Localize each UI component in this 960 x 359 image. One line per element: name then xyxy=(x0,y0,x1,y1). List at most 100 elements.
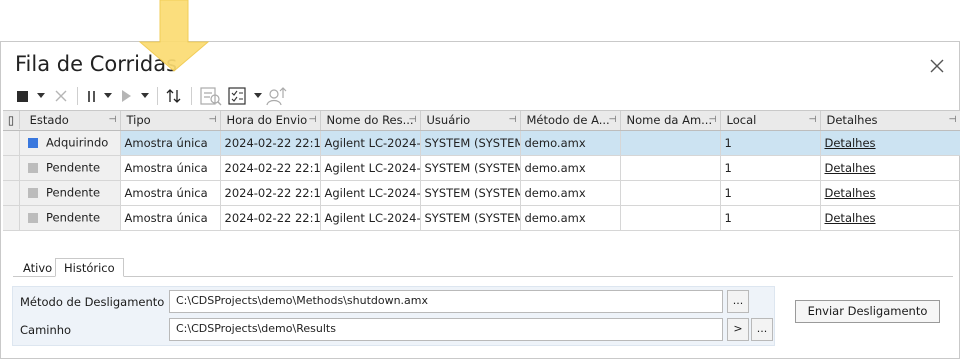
sort-arrows-icon[interactable] xyxy=(165,84,183,108)
local-cell: 1 xyxy=(720,205,821,231)
status-cell: Pendente xyxy=(3,180,121,206)
status-cell: Adquirindo xyxy=(3,130,121,156)
column-header-hora[interactable]: Hora do Envio ⊣ xyxy=(220,111,321,131)
shutdown-panel: Método de Desligamento C:\CDSProjects\de… xyxy=(12,286,775,346)
shutdown-method-field[interactable]: C:\CDSProjects\demo\Methods\shutdown.amx xyxy=(169,290,723,313)
path-field[interactable]: C:\CDSProjects\demo\Results xyxy=(169,318,723,341)
type-cell: Amostra única xyxy=(120,180,221,206)
status-text: Pendente xyxy=(46,185,101,199)
table-row[interactable]: Adquirindo Amostra única 2024-02-22 22:1… xyxy=(3,130,960,156)
user-cell: SYSTEM (SYSTEM) xyxy=(420,155,521,181)
column-label: Tipo xyxy=(126,113,151,128)
pin-icon[interactable]: ⊣ xyxy=(949,115,957,125)
path-label: Caminho xyxy=(20,323,72,337)
type-cell: Amostra única xyxy=(120,130,221,156)
column-header-tipo[interactable]: Tipo ⊣ xyxy=(120,111,221,131)
column-label: Método de A... xyxy=(526,113,610,128)
browse-path-button[interactable]: ... xyxy=(751,318,773,341)
table-row[interactable]: Pendente Amostra única 2024-02-22 22:12.… xyxy=(3,155,960,181)
path-arrow-button[interactable]: > xyxy=(727,318,749,341)
method-cell: demo.amx xyxy=(520,205,621,231)
pin-icon[interactable]: ⊣ xyxy=(409,115,417,125)
close-icon[interactable] xyxy=(929,58,945,74)
send-shutdown-button[interactable]: Enviar Desligamento xyxy=(795,300,940,323)
status-cell: Pendente xyxy=(3,155,121,181)
pin-icon[interactable]: ⊣ xyxy=(209,115,217,125)
details-cell: Detalhes xyxy=(820,205,960,231)
result-cell: Agilent LC-2024-... xyxy=(320,205,421,231)
column-header-nome-resultado[interactable]: Nome do Res... ⊣ xyxy=(320,111,421,131)
play-icon[interactable] xyxy=(119,84,133,108)
details-link[interactable]: Detalhes xyxy=(825,136,876,150)
status-indicator-icon xyxy=(28,187,38,198)
result-cell: Agilent LC-2024-... xyxy=(320,155,421,181)
pin-icon[interactable]: ⊣ xyxy=(509,115,517,125)
type-cell: Amostra única xyxy=(120,155,221,181)
column-header-metodo[interactable]: Método de A... ⊣ xyxy=(520,111,621,131)
user-cell: SYSTEM (SYSTEM) xyxy=(420,130,521,156)
sample-cell xyxy=(620,155,721,181)
column-label: Estado xyxy=(29,113,69,128)
cancel-x-icon[interactable] xyxy=(53,84,69,108)
result-cell: Agilent LC-2024-... xyxy=(320,180,421,206)
method-cell: demo.amx xyxy=(520,130,621,156)
run-queue-grid: ▯ Estado ⊣ Tipo ⊣ Hora do Envio ⊣ Nome do … xyxy=(3,110,960,231)
column-label: Detalhes xyxy=(826,113,878,128)
row-indicator xyxy=(3,155,20,179)
tab-historico[interactable]: Histórico xyxy=(55,258,124,277)
queue-view-icon[interactable] xyxy=(199,84,223,108)
highlight-arrow-icon xyxy=(138,0,210,72)
user-upload-icon[interactable] xyxy=(265,84,289,108)
sample-cell xyxy=(620,130,721,156)
tab-ativo[interactable]: Ativo xyxy=(15,259,60,278)
toolbar-separator xyxy=(191,87,192,105)
pause-icon[interactable] xyxy=(85,84,97,108)
details-cell: Detalhes xyxy=(820,130,960,156)
result-cell: Agilent LC-2024-... xyxy=(320,130,421,156)
column-header-estado[interactable]: ▯ Estado ⊣ xyxy=(3,111,121,131)
column-header-usuario[interactable]: Usuário ⊣ xyxy=(420,111,521,131)
column-label: Local xyxy=(726,113,757,128)
local-cell: 1 xyxy=(720,130,821,156)
user-cell: SYSTEM (SYSTEM) xyxy=(420,180,521,206)
status-indicator-icon xyxy=(28,137,38,148)
checklist-icon[interactable] xyxy=(227,84,251,108)
details-link[interactable]: Detalhes xyxy=(825,211,876,225)
table-row[interactable]: Pendente Amostra única 2024-02-22 22:12.… xyxy=(3,205,960,231)
stop-square-icon[interactable] xyxy=(15,84,29,108)
time-cell: 2024-02-22 22:12... xyxy=(220,180,321,206)
column-label: Hora do Envio xyxy=(226,113,308,128)
status-indicator-icon xyxy=(28,212,38,223)
toolbar-separator xyxy=(77,87,78,105)
row-indicator xyxy=(3,180,20,204)
details-cell: Detalhes xyxy=(820,155,960,181)
pin-icon[interactable]: ⊣ xyxy=(309,115,317,125)
column-label: Nome da Am... xyxy=(626,113,713,128)
column-header-detalhes[interactable]: Detalhes ⊣ xyxy=(820,111,960,131)
column-header-local[interactable]: Local ⊣ xyxy=(720,111,821,131)
chevron-down-icon[interactable] xyxy=(37,93,45,98)
time-cell: 2024-02-22 22:12... xyxy=(220,130,321,156)
chevron-down-icon[interactable] xyxy=(104,93,112,98)
column-chooser-icon[interactable]: ▯ xyxy=(3,111,20,129)
browse-method-button[interactable]: ... xyxy=(727,290,749,313)
time-cell: 2024-02-22 22:12... xyxy=(220,205,321,231)
time-cell: 2024-02-22 22:12... xyxy=(220,155,321,181)
column-header-nome-amostra[interactable]: Nome da Am... ⊣ xyxy=(620,111,721,131)
method-cell: demo.amx xyxy=(520,155,621,181)
pin-icon[interactable]: ⊣ xyxy=(809,115,817,125)
table-row[interactable]: Pendente Amostra única 2024-02-22 22:12.… xyxy=(3,180,960,206)
shutdown-method-label: Método de Desligamento xyxy=(20,295,165,309)
pin-icon[interactable]: ⊣ xyxy=(109,115,117,125)
column-label: Nome do Res... xyxy=(326,113,414,128)
row-indicator xyxy=(3,205,20,229)
chevron-down-icon[interactable] xyxy=(254,93,262,98)
details-link[interactable]: Detalhes xyxy=(825,186,876,200)
details-link[interactable]: Detalhes xyxy=(825,161,876,175)
status-indicator-icon xyxy=(28,162,38,173)
type-cell: Amostra única xyxy=(120,205,221,231)
pin-icon[interactable]: ⊣ xyxy=(709,115,717,125)
pin-icon[interactable]: ⊣ xyxy=(609,115,617,125)
chevron-down-icon[interactable] xyxy=(141,93,149,98)
toolbar-separator xyxy=(157,87,158,105)
